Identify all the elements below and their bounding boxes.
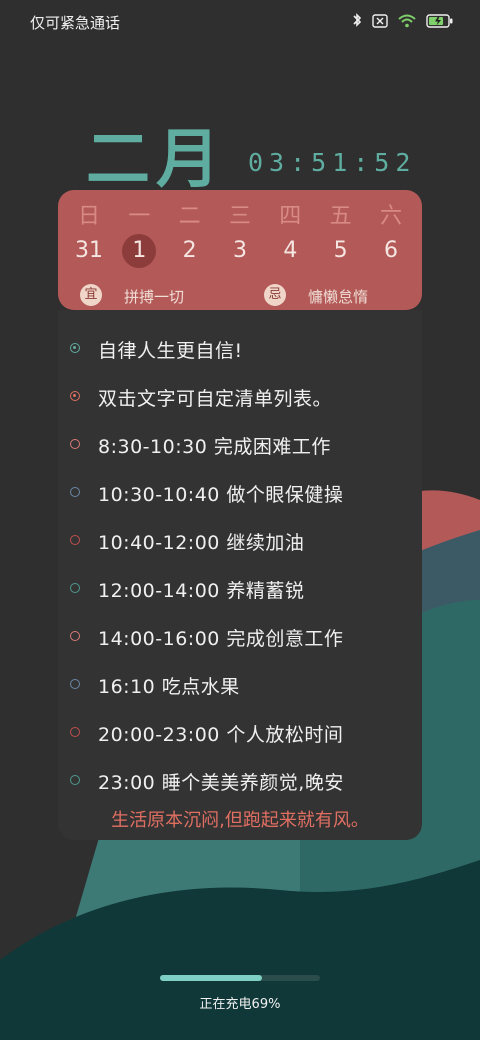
todo-item-text[interactable]: 14:00-16:00 完成创意工作: [98, 624, 343, 651]
todo-item[interactable]: 10:40-12:00 继续加油: [58, 510, 422, 558]
todo-list-widget: 自律人生更自信! 双击文字可自定清单列表。 8:30-10:30 完成困难工作 10:…: [58, 310, 422, 840]
sim-off-icon: [372, 13, 388, 32]
weekday-label: 四: [279, 204, 302, 229]
todo-item[interactable]: 10:30-10:40 做个眼保健操: [58, 462, 422, 510]
todo-item[interactable]: 16:10 吃点水果: [58, 654, 422, 702]
date-cell[interactable]: 31: [66, 234, 112, 268]
weekday-label: 一: [128, 204, 151, 229]
bullet-dot-icon: [70, 679, 80, 689]
todo-item[interactable]: 23:00 睡个美美养颜觉,晚安: [58, 750, 422, 798]
todo-item-text[interactable]: 23:00 睡个美美养颜觉,晚安: [98, 768, 344, 795]
todo-item[interactable]: 20:00-23:00 个人放松时间: [58, 702, 422, 750]
bullet-dot-icon: [70, 583, 80, 593]
todo-item-text[interactable]: 8:30-10:30 完成困难工作: [98, 432, 331, 459]
todo-item-text[interactable]: 12:00-14:00 养精蓄锐: [98, 576, 304, 603]
date-cell[interactable]: 2: [167, 234, 213, 268]
weekday-label: 日: [77, 204, 100, 229]
weekday-label: 五: [329, 204, 352, 229]
date-row: 31 1 2 3 4 5 6: [66, 234, 414, 268]
bullet-dot-icon: [70, 631, 80, 641]
bullet-dot-icon: [70, 487, 80, 497]
weekday-row: 日 一 二 三 四 五 六: [66, 198, 414, 230]
bullet-dot-icon: [70, 439, 80, 449]
ji-badge: 忌: [264, 284, 286, 306]
todo-item[interactable]: 8:30-10:30 完成困难工作: [58, 414, 422, 462]
weekday-label: 六: [379, 204, 402, 229]
date-cell[interactable]: 6: [368, 234, 414, 268]
battery-charging-icon: [426, 13, 454, 32]
yi-badge: 宜: [80, 284, 102, 306]
calendar-widget[interactable]: 日 一 二 三 四 五 六 31 1 2 3 4 5 6 宜 拼搏一切 忌 慵懒…: [58, 190, 422, 310]
charging-progress-fill: [160, 975, 262, 981]
todo-item-text[interactable]: 10:40-12:00 继续加油: [98, 528, 304, 555]
motto-text: 生活原本沉闷,但跑起来就有风。: [111, 810, 369, 831]
carrier-text: 仅可紧急通话: [30, 14, 121, 32]
ji-text: 慵懒怠惰: [308, 288, 369, 306]
todo-item[interactable]: 12:00-14:00 养精蓄锐: [58, 558, 422, 606]
bullet-dot-icon: [70, 775, 80, 785]
bullet-dot-icon: [70, 343, 80, 353]
bullet-dot-icon: [70, 727, 80, 737]
date-cell-today[interactable]: 1: [122, 234, 157, 268]
charging-progress-bar: [160, 975, 320, 981]
wifi-icon: [398, 13, 416, 32]
month-title: 二月: [86, 123, 226, 197]
digital-clock: 03:51:52: [248, 148, 417, 177]
todo-item-text[interactable]: 20:00-23:00 个人放松时间: [98, 720, 343, 747]
weekday-label: 二: [178, 204, 201, 229]
todo-item[interactable]: 14:00-16:00 完成创意工作: [58, 606, 422, 654]
charging-status-text: 正在充电69%: [199, 997, 281, 1012]
status-bar: 仅可紧急通话: [0, 0, 480, 44]
todo-item[interactable]: 自律人生更自信!: [58, 318, 422, 366]
bluetooth-icon: [352, 12, 362, 32]
todo-item-text[interactable]: 自律人生更自信!: [98, 336, 243, 363]
todo-item-text[interactable]: 双击文字可自定清单列表。: [98, 384, 332, 411]
yi-text: 拼搏一切: [124, 288, 185, 306]
bullet-dot-icon: [70, 535, 80, 545]
date-cell[interactable]: 4: [267, 234, 313, 268]
todo-item[interactable]: 双击文字可自定清单列表。: [58, 366, 422, 414]
todo-item-text[interactable]: 10:30-10:40 做个眼保健操: [98, 480, 343, 507]
date-cell[interactable]: 5: [318, 234, 364, 268]
todo-item-text[interactable]: 16:10 吃点水果: [98, 672, 240, 699]
weekday-label: 三: [228, 204, 251, 229]
date-cell[interactable]: 3: [217, 234, 263, 268]
bullet-dot-icon: [70, 391, 80, 401]
